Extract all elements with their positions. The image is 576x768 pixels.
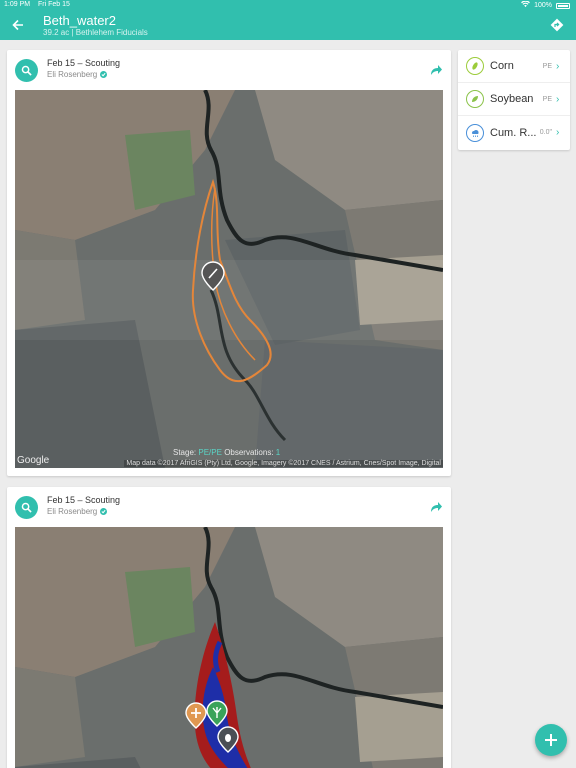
scouting-type-button[interactable] — [15, 59, 38, 82]
google-logo: Google — [17, 455, 50, 466]
crop-row-rainfall[interactable]: Cum. R... 0.0" › — [458, 116, 570, 149]
satellite-map — [15, 527, 443, 768]
observations-value: 1 — [275, 448, 281, 457]
stage-label: Stage: — [173, 448, 197, 457]
map-attribution: Map data ©2017 AfriGIS (Pty) Ltd, Google… — [124, 460, 443, 467]
observations-label: Observations: — [224, 448, 274, 457]
soybean-icon — [466, 90, 484, 108]
card-header: Feb 15 – Scouting Eli Rosenberg — [7, 487, 451, 527]
app-header: Beth_water2 39.2 ac | Bethlehem Fiducial… — [0, 10, 576, 40]
back-button[interactable] — [8, 15, 28, 35]
stage-value: PE/PE — [198, 448, 222, 457]
verified-icon — [100, 508, 108, 515]
arrow-left-icon — [12, 19, 23, 31]
share-icon[interactable] — [429, 63, 443, 77]
crop-name: Soybean — [490, 93, 534, 105]
card-title: Feb 15 – Scouting — [47, 58, 121, 68]
wifi-icon — [521, 0, 530, 10]
status-date: Fri Feb 15 — [38, 1, 70, 8]
page-title: Beth_water2 — [43, 13, 116, 28]
field-map[interactable]: Google Stage: PE/PE Observations: 1 Map … — [15, 90, 443, 468]
author-name: Eli Rosenberg — [47, 70, 98, 79]
satellite-map — [15, 90, 443, 468]
card-author: Eli Rosenberg — [47, 507, 108, 516]
author-name: Eli Rosenberg — [47, 507, 98, 516]
directions-button[interactable] — [548, 16, 566, 34]
crop-panel: Corn PE › Soybean PE › Cum. R... 0.0" › — [458, 50, 570, 150]
field-map[interactable] — [15, 527, 443, 768]
add-button[interactable] — [535, 724, 567, 756]
status-bar: 1:09 PM Fri Feb 15 100% — [0, 0, 576, 10]
card-header: Feb 15 – Scouting Eli Rosenberg — [7, 50, 451, 90]
stage-info: Stage: PE/PE Observations: 1 — [173, 448, 280, 457]
card-title: Feb 15 – Scouting — [47, 495, 121, 505]
search-icon — [21, 502, 32, 513]
battery-icon — [556, 2, 570, 9]
chevron-right-icon: › — [556, 60, 560, 72]
chevron-right-icon: › — [556, 93, 560, 105]
status-time: 1:09 PM — [4, 1, 31, 8]
crop-row-soybean[interactable]: Soybean PE › — [458, 83, 570, 116]
directions-icon — [550, 18, 564, 32]
card-author: Eli Rosenberg — [47, 70, 108, 79]
share-icon[interactable] — [429, 500, 443, 514]
crop-stage: PE — [542, 95, 552, 103]
crop-name: Cum. R... — [490, 126, 537, 139]
crop-stage: PE — [542, 62, 552, 70]
battery-percent: 100% — [534, 2, 552, 9]
scouting-card[interactable]: Feb 15 – Scouting Eli Rosenberg — [7, 487, 451, 768]
corn-icon — [466, 57, 484, 75]
crop-name: Corn — [490, 60, 514, 72]
chevron-right-icon: › — [556, 127, 560, 138]
page-subtitle: 39.2 ac | Bethlehem Fiducials — [43, 28, 148, 37]
plus-icon — [545, 734, 557, 746]
scouting-type-button[interactable] — [15, 496, 38, 519]
search-icon — [21, 65, 32, 76]
crop-row-corn[interactable]: Corn PE › — [458, 50, 570, 83]
scouting-card[interactable]: Feb 15 – Scouting Eli Rosenberg — [7, 50, 451, 476]
verified-icon — [100, 71, 108, 78]
rain-cloud-icon — [466, 123, 484, 142]
crop-stage: 0.0" — [539, 129, 552, 136]
